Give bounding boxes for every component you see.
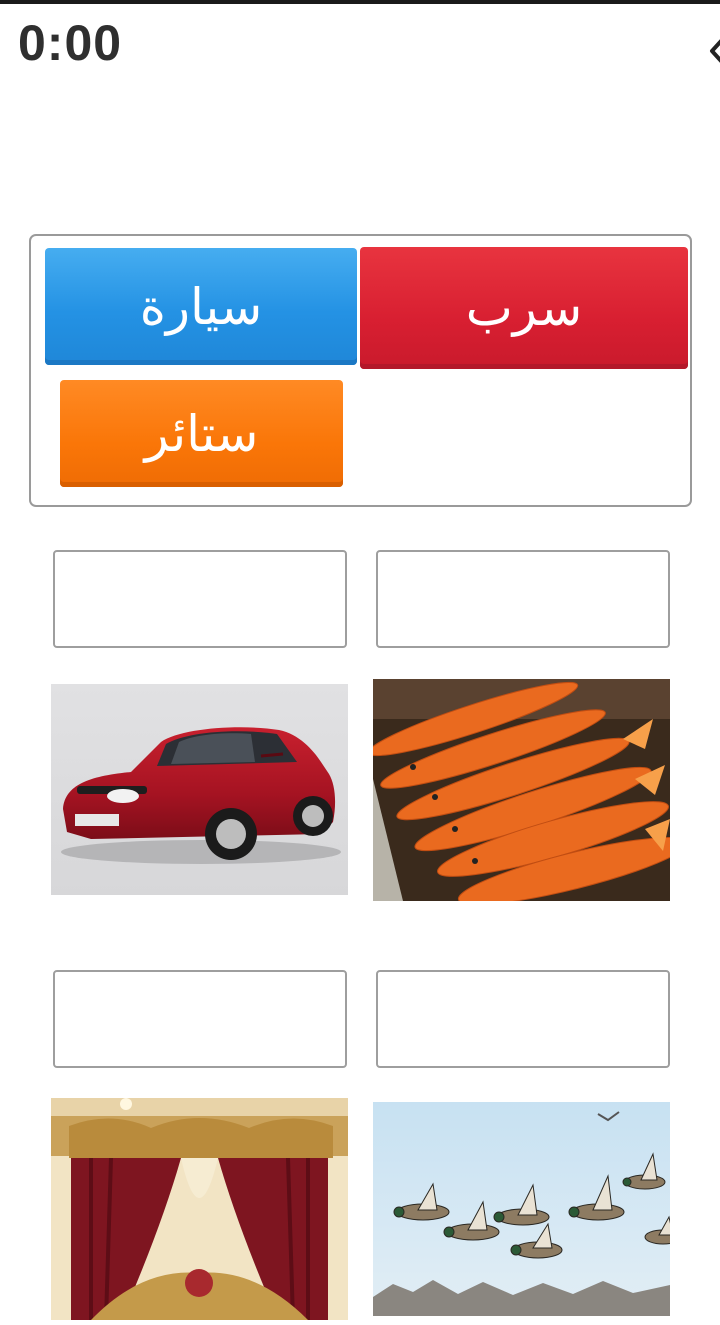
- answer-box-fish[interactable]: [376, 550, 670, 648]
- word-bank: سيارة سرب ستائر: [29, 234, 692, 507]
- top-border: [0, 0, 720, 4]
- answer-box-car[interactable]: [53, 550, 347, 648]
- word-button-car[interactable]: سيارة: [45, 248, 357, 365]
- curtains-image: [51, 1098, 348, 1320]
- word-button-curtains[interactable]: ستائر: [60, 380, 343, 487]
- word-button-flock[interactable]: سرب: [360, 247, 688, 369]
- flock-of-birds-image: [373, 1102, 670, 1316]
- chevron-icon[interactable]: [708, 36, 720, 66]
- answer-box-flock[interactable]: [376, 970, 670, 1068]
- car-image: [51, 684, 348, 895]
- answer-box-curtains[interactable]: [53, 970, 347, 1068]
- fish-image: [373, 679, 670, 901]
- timer: 0:00: [18, 15, 123, 71]
